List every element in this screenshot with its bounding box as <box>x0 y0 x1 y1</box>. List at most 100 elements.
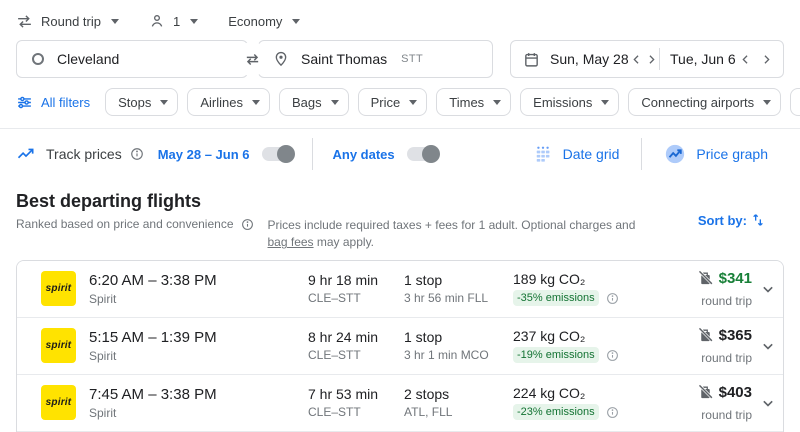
stops-detail: 3 hr 56 min FLL <box>404 291 513 305</box>
bag-fees-link[interactable]: bag fees <box>268 235 314 249</box>
cabin-class-selector[interactable]: Economy <box>228 14 300 29</box>
no-carry-on-bag-icon <box>697 384 714 401</box>
stops-cell: 2 stops ATL, FLL <box>404 386 513 419</box>
pill-label: Emissions <box>533 95 592 110</box>
date-grid-button[interactable]: Date grid <box>517 144 636 164</box>
trip-type-selector[interactable]: Round trip <box>16 13 119 30</box>
chevron-left-icon <box>629 52 644 67</box>
flight-duration: 7 hr 53 min <box>308 386 404 402</box>
date-grid-label: Date grid <box>563 146 620 162</box>
flight-duration: 9 hr 18 min <box>308 272 404 288</box>
flight-row[interactable]: spirit 6:20 AM – 3:38 PM Spirit 9 hr 18 … <box>17 261 783 318</box>
duration-cell: 9 hr 18 min CLE–STT <box>308 272 404 305</box>
all-filters-button[interactable]: All filters <box>16 94 90 111</box>
chevron-left-icon <box>738 52 753 67</box>
price-disclaimer-text: may apply. <box>314 235 374 249</box>
stops-detail: ATL, FLL <box>404 405 513 419</box>
times-cell: 6:20 AM – 3:38 PM Spirit <box>89 272 308 306</box>
chevron-right-icon <box>759 52 774 67</box>
no-carry-on-bag-icon <box>697 270 714 287</box>
pill-label: Price <box>371 95 401 110</box>
emissions-cell: 189 kg CO₂ -35% emissions <box>513 271 677 306</box>
departure-prev-day-button[interactable] <box>629 46 644 72</box>
emissions-badge: -35% emissions <box>513 290 599 306</box>
flight-route: CLE–STT <box>308 291 404 305</box>
swap-airports-button[interactable] <box>235 42 269 76</box>
departure-next-day-button[interactable] <box>644 46 659 72</box>
track-dates-toggle[interactable] <box>262 147 292 161</box>
price-value: $341 <box>719 270 752 287</box>
sort-by-button[interactable]: Sort by: <box>692 211 772 229</box>
flight-row[interactable]: spirit 7:45 AM – 3:38 PM Spirit 7 hr 53 … <box>17 375 783 432</box>
destination-value: Saint Thomas <box>301 51 387 67</box>
stops-cell: 1 stop 3 hr 1 min MCO <box>404 329 513 362</box>
track-prices-row: Track prices May 28 – Jun 6 Any dates Da… <box>0 129 800 179</box>
airline-logo-text: spirit <box>46 397 72 408</box>
no-carry-on-bag-icon <box>697 327 714 344</box>
origin-input[interactable]: Cleveland <box>16 40 248 78</box>
calendar-icon <box>523 51 540 68</box>
expand-flight-button[interactable] <box>754 389 782 417</box>
filter-pill-airlines[interactable]: Airlines <box>187 88 270 116</box>
expand-flight-button[interactable] <box>754 332 782 360</box>
trip-options-row: Round trip 1 Economy <box>16 8 784 34</box>
info-icon[interactable] <box>606 349 619 362</box>
filters-row: All filters Stops Airlines Bags Price Ti… <box>16 88 784 116</box>
price-graph-button[interactable]: Price graph <box>648 143 784 165</box>
trending-chart-icon <box>16 144 36 164</box>
return-date[interactable]: Tue, Jun 6 <box>670 51 736 67</box>
emissions-badge: -23% emissions <box>513 404 599 420</box>
pill-label: Bags <box>292 95 322 110</box>
passenger-selector[interactable]: 1 <box>149 13 198 29</box>
stops-count: 2 stops <box>404 386 513 402</box>
chevron-down-icon <box>409 100 417 105</box>
departure-date-section: Sun, May 28 <box>550 46 657 72</box>
trip-type-label: Round trip <box>41 14 101 29</box>
cabin-class-label: Economy <box>228 14 282 29</box>
destination-input[interactable]: Saint Thomas STT <box>258 40 493 78</box>
return-next-day-button[interactable] <box>756 46 777 72</box>
filter-pill-duration[interactable]: Duration <box>790 88 800 116</box>
filter-pill-stops[interactable]: Stops <box>105 88 178 116</box>
info-icon[interactable] <box>606 406 619 419</box>
date-grid-icon <box>533 144 553 164</box>
filter-pill-emissions[interactable]: Emissions <box>520 88 619 116</box>
price-disclaimer: Prices include required taxes + fees for… <box>268 217 640 252</box>
any-dates-toggle[interactable] <box>407 147 437 161</box>
track-date-range-label: May 28 – Jun 6 <box>158 147 250 162</box>
chevron-down-icon <box>292 19 300 24</box>
price-graph-label: Price graph <box>696 146 768 162</box>
chevron-down-icon <box>758 393 778 413</box>
filter-pill-bags[interactable]: Bags <box>279 88 349 116</box>
expand-cell <box>752 275 783 303</box>
flight-times: 7:45 AM – 3:38 PM <box>89 386 308 403</box>
return-prev-day-button[interactable] <box>736 46 757 72</box>
expand-flight-button[interactable] <box>754 275 782 303</box>
flight-duration: 8 hr 24 min <box>308 329 404 345</box>
stops-cell: 1 stop 3 hr 56 min FLL <box>404 272 513 305</box>
info-icon[interactable] <box>606 292 619 305</box>
chevron-down-icon <box>190 19 198 24</box>
filter-pill-connecting-airports[interactable]: Connecting airports <box>628 88 781 116</box>
info-icon[interactable] <box>130 147 144 161</box>
price-cell: $403 round trip <box>677 384 752 422</box>
swap-horiz-icon <box>244 51 261 68</box>
flight-row[interactable]: spirit 5:15 AM – 1:39 PM Spirit 8 hr 24 … <box>17 318 783 375</box>
date-range-picker[interactable]: Sun, May 28 Tue, Jun 6 <box>510 40 784 78</box>
airline-name: Spirit <box>89 406 308 420</box>
return-date-section: Tue, Jun 6 <box>662 46 777 72</box>
results-title: Best departing flights <box>16 191 784 212</box>
info-icon[interactable] <box>241 218 254 231</box>
chevron-down-icon <box>160 100 168 105</box>
destination-code: STT <box>401 53 423 65</box>
filter-pill-times[interactable]: Times <box>436 88 511 116</box>
filter-pill-price[interactable]: Price <box>358 88 428 116</box>
sort-arrows-icon <box>750 212 766 228</box>
track-prices-label: Track prices <box>46 146 122 162</box>
person-icon <box>149 13 165 29</box>
price-disclaimer-text: Prices include required taxes + fees for… <box>268 218 636 232</box>
departure-date[interactable]: Sun, May 28 <box>550 51 629 67</box>
flight-times: 5:15 AM – 1:39 PM <box>89 329 308 346</box>
vertical-divider <box>641 138 642 170</box>
co2-amount: 237 kg CO₂ <box>513 328 677 344</box>
